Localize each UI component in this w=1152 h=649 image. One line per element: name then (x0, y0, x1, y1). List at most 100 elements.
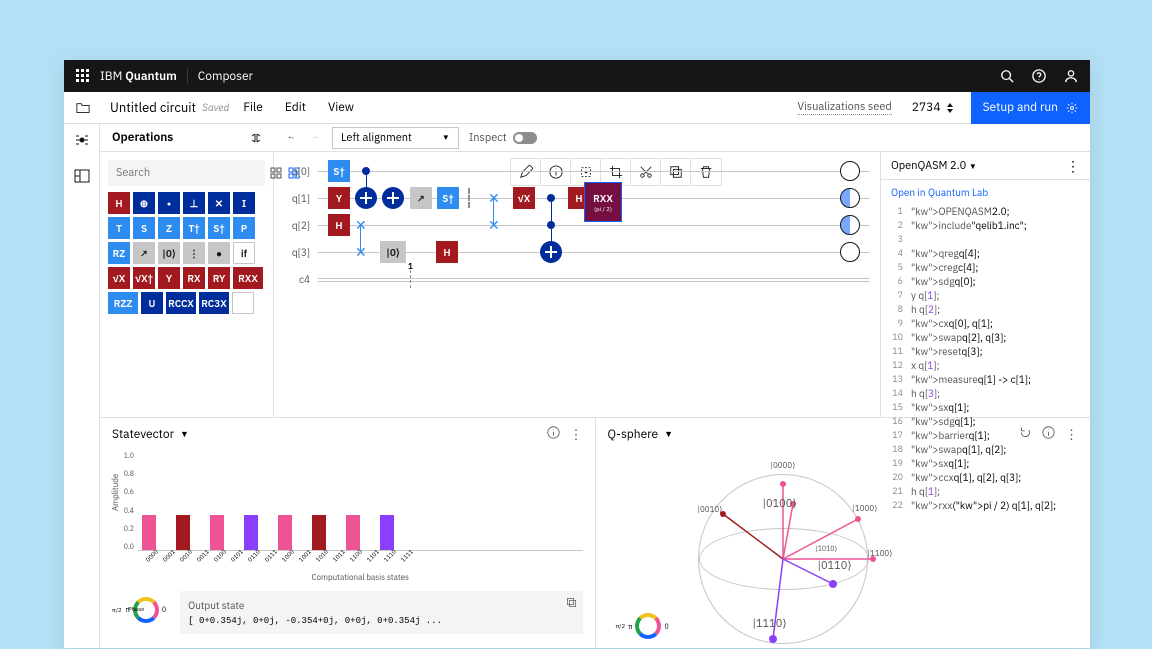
apps-grid-icon[interactable] (76, 69, 90, 83)
copy-icon[interactable] (661, 159, 691, 185)
gate-[interactable]: ↗ (133, 242, 155, 264)
alignment-dropdown[interactable]: Left alignment▼ (332, 127, 459, 149)
gate-[interactable]: • (158, 192, 180, 214)
qsphere-viz[interactable]: |0000⟩ |0010⟩ |0100⟩ |1000⟩ |0110⟩ |1100… (608, 449, 1079, 639)
gate-rxx[interactable]: RXX (233, 267, 263, 289)
gate-h[interactable]: H (436, 241, 458, 263)
gate-t[interactable]: T (108, 217, 130, 239)
state-label: |1010⟩ (816, 544, 838, 553)
gate-[interactable]: ◔ (232, 292, 254, 314)
phase-disk[interactable] (840, 215, 860, 235)
gate-[interactable]: ⊕ (133, 192, 155, 214)
cnot-target[interactable] (355, 187, 377, 209)
state-label: |0110⟩ (818, 559, 852, 573)
search-input[interactable] (108, 160, 265, 186)
setup-run-button[interactable]: Setup and run (971, 92, 1090, 124)
gate-s[interactable]: S (133, 217, 155, 239)
rail-panels-icon[interactable] (74, 168, 90, 184)
gate-palette: H⊕•⊥✕I TSZT†S†P RZ↗|0⟩⋮●if √X√X†YRXRYRXX RZZ… (108, 192, 265, 314)
rail-circuit-icon[interactable] (74, 132, 90, 148)
chevron-down-icon[interactable]: ▼ (180, 429, 189, 440)
seed-stepper[interactable] (947, 103, 953, 113)
gate-sdg[interactable]: S† (437, 187, 459, 209)
gate-p[interactable]: P (233, 217, 255, 239)
bar (176, 515, 190, 550)
search-field[interactable] (116, 166, 266, 180)
phase-disk[interactable] (840, 161, 860, 181)
phase-disk[interactable] (840, 188, 860, 208)
output-title: Output state (188, 599, 574, 612)
ccx-target[interactable] (540, 241, 562, 263)
cut-icon[interactable] (631, 159, 661, 185)
menu-file[interactable]: File (243, 100, 263, 115)
circuit-title[interactable]: Untitled circuit (110, 99, 196, 116)
gate-s[interactable]: S† (208, 217, 230, 239)
reset-icon[interactable] (1019, 426, 1032, 439)
edit-icon[interactable] (511, 159, 541, 185)
panel-title[interactable]: Statevector (112, 427, 174, 442)
operations-title: Operations (100, 130, 274, 145)
gate-0[interactable]: |0⟩ (158, 242, 180, 264)
barrier[interactable] (468, 188, 470, 208)
swap-end[interactable]: ✕ (488, 216, 500, 234)
circuit-canvas[interactable]: q[0] S† q[1] Y ↗ S† ✕ √X (274, 152, 880, 417)
gate-t[interactable]: T† (183, 217, 205, 239)
user-icon[interactable] (1064, 69, 1078, 83)
gate-measure[interactable]: ↗ (410, 187, 432, 209)
gate-[interactable]: ● (208, 242, 230, 264)
inspect-toggle[interactable]: Inspect (469, 131, 537, 145)
gate-i[interactable]: I (233, 192, 255, 214)
menu-edit[interactable]: Edit (285, 100, 306, 115)
delete-icon[interactable] (691, 159, 721, 185)
kebab-icon[interactable]: ⋮ (1065, 426, 1078, 443)
gate-sdg[interactable]: S† (328, 160, 350, 182)
gate-y[interactable]: Y (158, 267, 180, 289)
gate-h[interactable]: H (328, 214, 350, 236)
gate-x[interactable]: √X† (133, 267, 155, 289)
open-quantum-lab-link[interactable]: Open in Quantum Lab (881, 180, 1090, 205)
gate-rz[interactable]: RZ (108, 242, 130, 264)
gate-x[interactable]: √X (108, 267, 130, 289)
code-lang-dropdown[interactable]: OpenQASM 2.0 ▼ (891, 159, 977, 173)
kebab-icon[interactable]: ⋮ (570, 426, 583, 443)
gate-rxx-selected[interactable]: RXX (pi / 2) (584, 182, 622, 222)
gate-rc3x[interactable]: RC3X (199, 292, 229, 314)
phase-disk[interactable] (840, 242, 860, 262)
gate-x[interactable] (382, 187, 404, 209)
undo-icon[interactable] (284, 131, 298, 145)
swap-end[interactable]: ✕ (355, 243, 367, 261)
control-dot[interactable] (547, 221, 555, 229)
gate-rx[interactable]: RX (183, 267, 205, 289)
statevector-chart: Amplitude 1.00.80.60.40.20.0 00000001001… (138, 451, 583, 581)
help-icon[interactable] (1032, 69, 1046, 83)
panel-title[interactable]: Q-sphere (608, 427, 659, 442)
gate-rzz[interactable]: RZZ (108, 292, 138, 314)
kebab-icon[interactable]: ⋮ (1066, 157, 1080, 175)
gate-reset[interactable]: |0⟩ (380, 241, 406, 263)
viz-seed-value[interactable]: 2734 (912, 100, 941, 115)
chevron-down-icon[interactable]: ▼ (664, 429, 673, 440)
gate-z[interactable]: Z (158, 217, 180, 239)
output-value: [ 0+0.354j, 0+0j, -0.354+0j, 0+0j, 0+0.3… (188, 616, 574, 626)
menu-view[interactable]: View (328, 100, 354, 115)
gate-if[interactable]: if (233, 242, 255, 264)
gate-[interactable]: ⋮ (183, 242, 205, 264)
gate-[interactable]: ✕ (208, 192, 230, 214)
qubit-label: q[2] (284, 219, 310, 232)
gate-y[interactable]: Y (328, 187, 350, 209)
search-icon[interactable] (1000, 69, 1014, 83)
gate-rccx[interactable]: RCCX (166, 292, 196, 314)
redo-icon[interactable] (308, 131, 322, 145)
collapse-icon[interactable] (250, 132, 262, 144)
gate-ry[interactable]: RY (208, 267, 230, 289)
folder-icon[interactable] (76, 101, 90, 115)
gate-h[interactable]: H (108, 192, 130, 214)
gate-u[interactable]: U (141, 292, 163, 314)
gate-sx[interactable]: √X (513, 187, 535, 209)
state-label: |1000⟩ (853, 504, 878, 514)
copy-icon[interactable] (566, 597, 577, 608)
info-icon[interactable] (1042, 426, 1055, 439)
info-icon[interactable] (541, 159, 571, 185)
gate-[interactable]: ⊥ (183, 192, 205, 214)
info-icon[interactable] (547, 426, 560, 439)
